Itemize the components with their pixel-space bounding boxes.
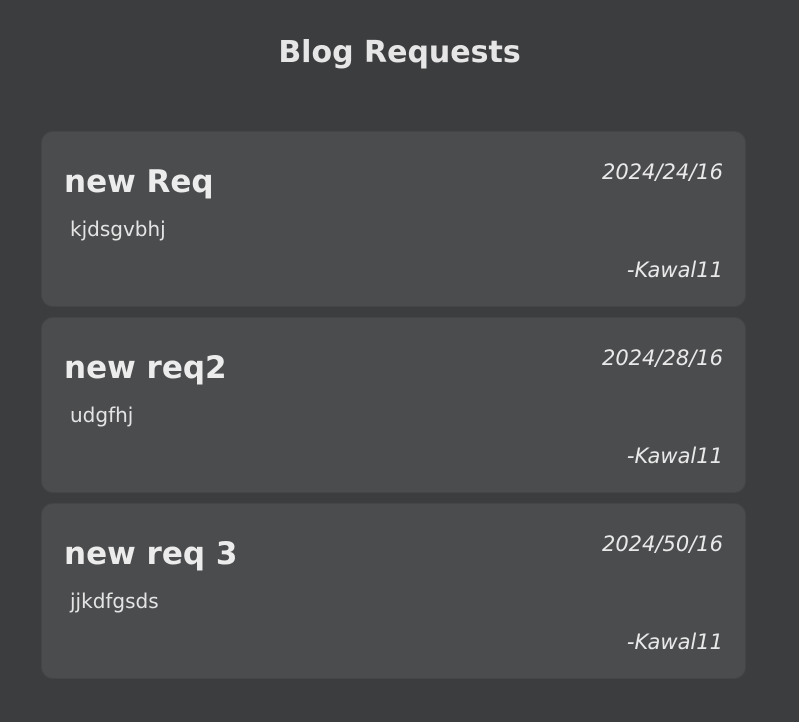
request-body: udgfhj [70,403,134,427]
request-author: -Kawal11 [626,630,723,654]
request-title: new req 3 [64,536,238,572]
page-title: Blog Requests [278,35,521,70]
request-body: kjdsgvbhj [70,217,166,241]
request-date: 2024/50/16 [601,532,723,556]
request-card[interactable]: new Req 2024/24/16 kjdsgvbhj -Kawal11 [41,131,746,307]
request-date: 2024/24/16 [601,160,723,184]
request-body: jjkdfgsds [70,589,159,613]
request-card[interactable]: new req2 2024/28/16 udgfhj -Kawal11 [41,317,746,493]
request-card[interactable]: new req 3 2024/50/16 jjkdfgsds -Kawal11 [41,503,746,679]
request-title: new req2 [64,350,227,386]
request-date: 2024/28/16 [601,346,723,370]
request-title: new Req [64,164,214,200]
request-author: -Kawal11 [626,258,723,282]
request-list: new Req 2024/24/16 kjdsgvbhj -Kawal11 ne… [41,131,746,679]
request-author: -Kawal11 [626,444,723,468]
